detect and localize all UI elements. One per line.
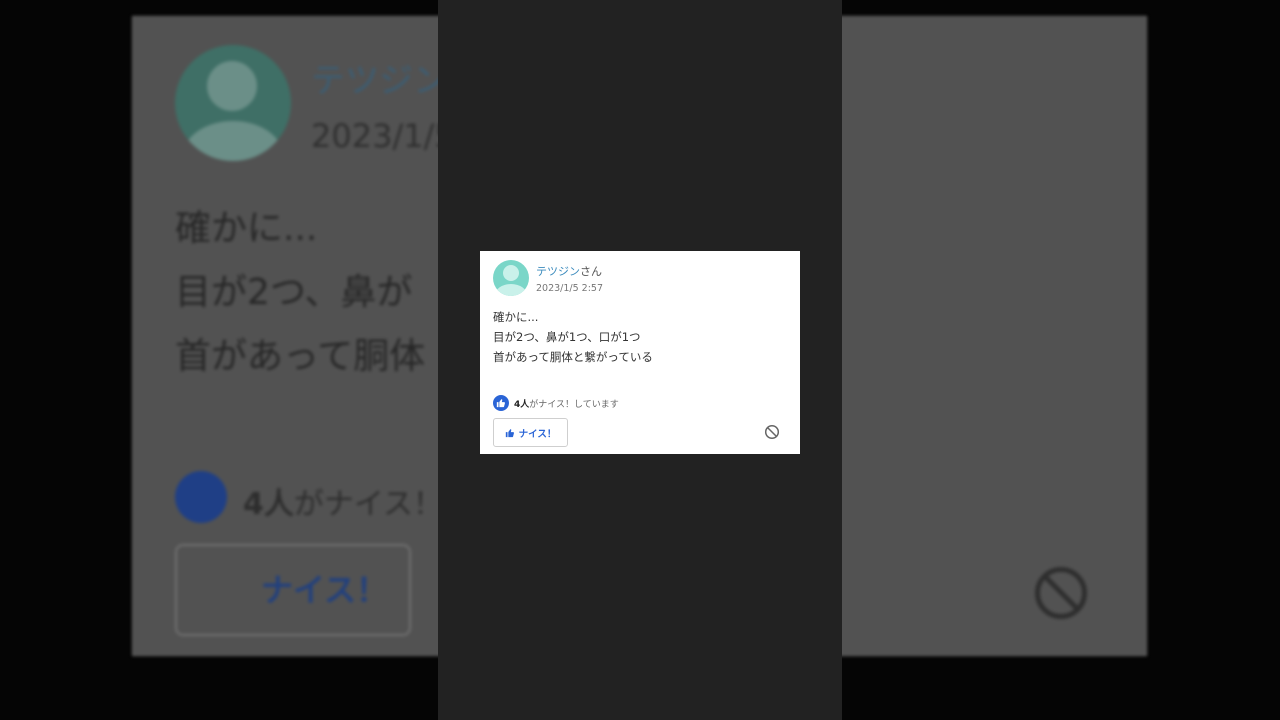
comment-line: 目が2つ、鼻が1つ、口が1つ bbox=[493, 330, 641, 344]
background-thumbs-up-icon bbox=[175, 471, 227, 523]
background-like-count: 4人がナイス！ bbox=[243, 487, 443, 522]
comment-timestamp: 2023/1/5 2:57 bbox=[536, 283, 604, 294]
comment-line: 首があって胴体と繋がっている bbox=[493, 350, 653, 364]
nice-button-label: ナイス！ bbox=[518, 428, 557, 440]
comment-username: テツジンさん bbox=[536, 263, 602, 279]
background-block-icon bbox=[1035, 567, 1087, 619]
nice-button[interactable]: ナイス！ bbox=[493, 418, 568, 447]
background-comment-line: 首があって胴体 bbox=[175, 336, 426, 377]
block-icon[interactable] bbox=[764, 424, 780, 440]
user-avatar-icon[interactable] bbox=[493, 260, 529, 296]
background-comment-line: 目が2つ、鼻が bbox=[175, 272, 413, 313]
username-suffix: さん bbox=[580, 265, 602, 278]
background-comment-line: 確かに... bbox=[175, 208, 318, 249]
background-nice-button: ナイス！ bbox=[175, 544, 411, 636]
comment-line: 確かに... bbox=[493, 310, 539, 324]
like-count-suffix: がナイス！しています bbox=[529, 400, 619, 410]
comment-body: 確かに... 目が2つ、鼻が1つ、口が1つ 首があって胴体と繋がっている bbox=[493, 307, 653, 367]
comment-card: テツジンさん 2023/1/5 2:57 確かに... 目が2つ、鼻が1つ、口が… bbox=[480, 251, 800, 454]
like-count: 4人 bbox=[514, 400, 530, 410]
username-link[interactable]: テツジン bbox=[536, 265, 580, 278]
background-comment-text: 確かに... 目が2つ、鼻が 首があって胴体 bbox=[175, 197, 425, 389]
background-avatar-icon bbox=[175, 45, 291, 161]
background-timestamp: 2023/1/5 bbox=[311, 117, 455, 155]
background-username: テツジン bbox=[311, 61, 447, 101]
like-count-text: 4人がナイス！しています bbox=[514, 397, 619, 410]
thumbs-up-icon bbox=[493, 395, 509, 411]
thumbs-up-icon bbox=[505, 428, 514, 437]
